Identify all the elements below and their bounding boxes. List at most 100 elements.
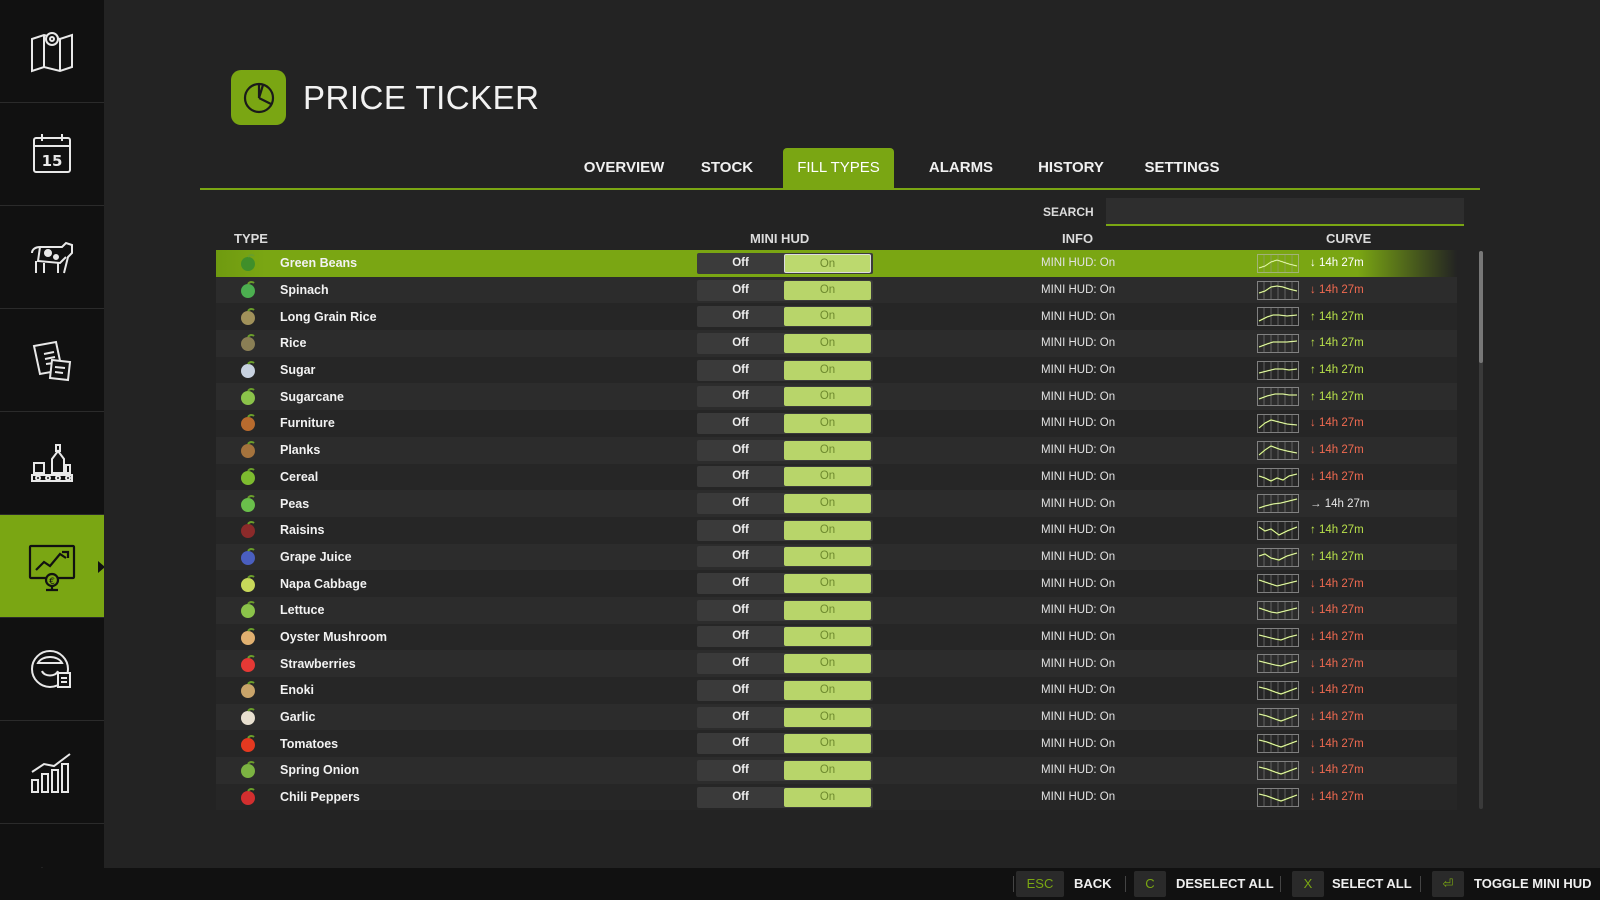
toggle-off-option[interactable]: Off	[697, 573, 784, 594]
toggle-on-option[interactable]: On	[784, 787, 871, 807]
table-row[interactable]: Spring Onion Off On MINI HUD: On ↓ 14h 2…	[216, 757, 1457, 784]
toggle-off-option[interactable]: Off	[697, 733, 784, 754]
toggle-off-option[interactable]: Off	[697, 306, 784, 327]
footer-key-c[interactable]: C	[1134, 871, 1166, 897]
toggle-on-option[interactable]: On	[784, 307, 871, 327]
toggle-off-option[interactable]: Off	[697, 360, 784, 381]
table-row[interactable]: Enoki Off On MINI HUD: On ↓ 14h 27m	[216, 677, 1457, 704]
toggle-off-option[interactable]: Off	[697, 653, 784, 674]
mini-hud-toggle[interactable]: Off On	[697, 466, 873, 488]
mini-hud-toggle[interactable]: Off On	[697, 306, 873, 328]
toggle-on-option[interactable]: On	[784, 360, 871, 380]
footer-key-x[interactable]: X	[1292, 871, 1324, 897]
tab-fill-types[interactable]: FILL TYPES	[783, 148, 894, 188]
mini-hud-toggle[interactable]: Off On	[697, 332, 873, 354]
mini-hud-toggle[interactable]: Off On	[697, 546, 873, 568]
mini-hud-toggle[interactable]: Off On	[697, 626, 873, 648]
mini-hud-toggle[interactable]: Off On	[697, 759, 873, 781]
table-row[interactable]: Cereal Off On MINI HUD: On ↓ 14h 27m	[216, 463, 1457, 491]
sidebar-item-more[interactable]	[0, 824, 104, 868]
search-input[interactable]	[1106, 198, 1464, 226]
sidebar-item-contracts[interactable]	[0, 309, 104, 412]
table-row[interactable]: Tomatoes Off On MINI HUD: On ↓ 14h 27m	[216, 730, 1457, 758]
mini-hud-toggle[interactable]: Off On	[697, 786, 873, 808]
footer-key-enter[interactable]: ⏎	[1432, 871, 1464, 897]
toggle-off-option[interactable]: Off	[697, 626, 784, 647]
table-row[interactable]: Napa Cabbage Off On MINI HUD: On ↓ 14h 2…	[216, 570, 1457, 597]
table-row[interactable]: Sugarcane Off On MINI HUD: On ↑ 14h 27m	[216, 383, 1457, 411]
table-row[interactable]: Furniture Off On MINI HUD: On ↓ 14h 27m	[216, 410, 1457, 437]
scrollbar[interactable]	[1479, 251, 1483, 809]
toggle-on-option[interactable]: On	[784, 494, 871, 514]
toggle-off-option[interactable]: Off	[697, 760, 784, 781]
tab-settings[interactable]: SETTINGS	[1126, 148, 1238, 188]
mini-hud-toggle[interactable]: Off On	[697, 493, 873, 515]
toggle-on-option[interactable]: On	[784, 520, 871, 540]
mini-hud-toggle[interactable]: Off On	[697, 573, 873, 595]
back-button[interactable]: BACK	[1074, 871, 1112, 897]
toggle-off-option[interactable]: Off	[697, 333, 784, 354]
deselect-all-button[interactable]: DESELECT ALL	[1176, 871, 1274, 897]
tab-stock[interactable]: STOCK	[690, 148, 764, 188]
mini-hud-toggle[interactable]: Off On	[697, 359, 873, 381]
table-row[interactable]: Rice Off On MINI HUD: On ↑ 14h 27m	[216, 330, 1457, 357]
toggle-on-option[interactable]: On	[784, 760, 871, 780]
toggle-on-option[interactable]: On	[784, 654, 871, 674]
toggle-off-option[interactable]: Off	[697, 440, 784, 461]
table-row[interactable]: Long Grain Rice Off On MINI HUD: On ↑ 14…	[216, 303, 1457, 331]
table-row[interactable]: Planks Off On MINI HUD: On ↓ 14h 27m	[216, 436, 1457, 464]
footer-key-esc[interactable]: ESC	[1016, 871, 1064, 897]
sidebar-item-workers[interactable]	[0, 618, 104, 721]
toggle-on-option[interactable]: On	[784, 333, 871, 353]
mini-hud-toggle[interactable]: Off On	[697, 733, 873, 755]
mini-hud-toggle[interactable]: Off On	[697, 599, 873, 621]
toggle-on-option[interactable]: On	[784, 280, 871, 300]
toggle-on-option[interactable]: On	[784, 734, 871, 754]
toggle-off-option[interactable]: Off	[697, 680, 784, 701]
mini-hud-toggle[interactable]: Off On	[697, 439, 873, 461]
sidebar-item-animals[interactable]	[0, 206, 104, 309]
toggle-on-option[interactable]: On	[784, 574, 871, 594]
sidebar-item-statistics[interactable]	[0, 721, 104, 824]
toggle-off-option[interactable]: Off	[697, 493, 784, 514]
toggle-on-option[interactable]: On	[784, 627, 871, 647]
toggle-off-option[interactable]: Off	[697, 280, 784, 301]
toggle-on-option[interactable]: On	[784, 387, 871, 407]
table-row[interactable]: Oyster Mushroom Off On MINI HUD: On ↓ 14…	[216, 623, 1457, 651]
toggle-on-option[interactable]: On	[784, 413, 871, 433]
toggle-on-option[interactable]: On	[784, 467, 871, 487]
mini-hud-toggle[interactable]: Off On	[697, 252, 873, 274]
mini-hud-toggle[interactable]: Off On	[697, 679, 873, 701]
toggle-off-option[interactable]: Off	[697, 520, 784, 541]
table-row[interactable]: Strawberries Off On MINI HUD: On ↓ 14h 2…	[216, 650, 1457, 677]
toggle-off-option[interactable]: Off	[697, 546, 784, 567]
toggle-off-option[interactable]: Off	[697, 466, 784, 487]
table-row[interactable]: Grape Juice Off On MINI HUD: On ↑ 14h 27…	[216, 543, 1457, 571]
toggle-on-option[interactable]: On	[784, 680, 871, 700]
mini-hud-toggle[interactable]: Off On	[697, 706, 873, 728]
mini-hud-toggle[interactable]: Off On	[697, 386, 873, 408]
sidebar-item-production[interactable]	[0, 412, 104, 515]
mini-hud-toggle[interactable]: Off On	[697, 653, 873, 675]
tab-history[interactable]: HISTORY	[1022, 148, 1120, 188]
mini-hud-toggle[interactable]: Off On	[697, 412, 873, 434]
toggle-off-option[interactable]: Off	[697, 787, 784, 808]
table-row[interactable]: Spinach Off On MINI HUD: On ↓ 14h 27m	[216, 276, 1457, 304]
toggle-off-option[interactable]: Off	[697, 253, 784, 274]
toggle-on-option[interactable]: On	[784, 600, 871, 620]
toggle-mini-hud-button[interactable]: TOGGLE MINI HUD	[1474, 871, 1591, 897]
table-row[interactable]: Garlic Off On MINI HUD: On ↓ 14h 27m	[216, 703, 1457, 731]
tab-alarms[interactable]: ALARMS	[914, 148, 1008, 188]
sidebar-item-calendar[interactable]: 15	[0, 103, 104, 206]
toggle-off-option[interactable]: Off	[697, 413, 784, 434]
toggle-off-option[interactable]: Off	[697, 600, 784, 621]
sidebar-item-map[interactable]	[0, 0, 104, 103]
toggle-on-option[interactable]: On	[784, 440, 871, 460]
table-row[interactable]: Green Beans Off On MINI HUD: On ↓ 14h 27…	[216, 250, 1457, 277]
select-all-button[interactable]: SELECT ALL	[1332, 871, 1412, 897]
scrollbar-thumb[interactable]	[1479, 251, 1483, 363]
sidebar-item-price-ticker[interactable]: €	[0, 515, 104, 618]
toggle-on-option[interactable]: On	[784, 253, 871, 273]
table-row[interactable]: Peas Off On MINI HUD: On → 14h 27m	[216, 490, 1457, 517]
table-row[interactable]: Raisins Off On MINI HUD: On ↑ 14h 27m	[216, 516, 1457, 544]
